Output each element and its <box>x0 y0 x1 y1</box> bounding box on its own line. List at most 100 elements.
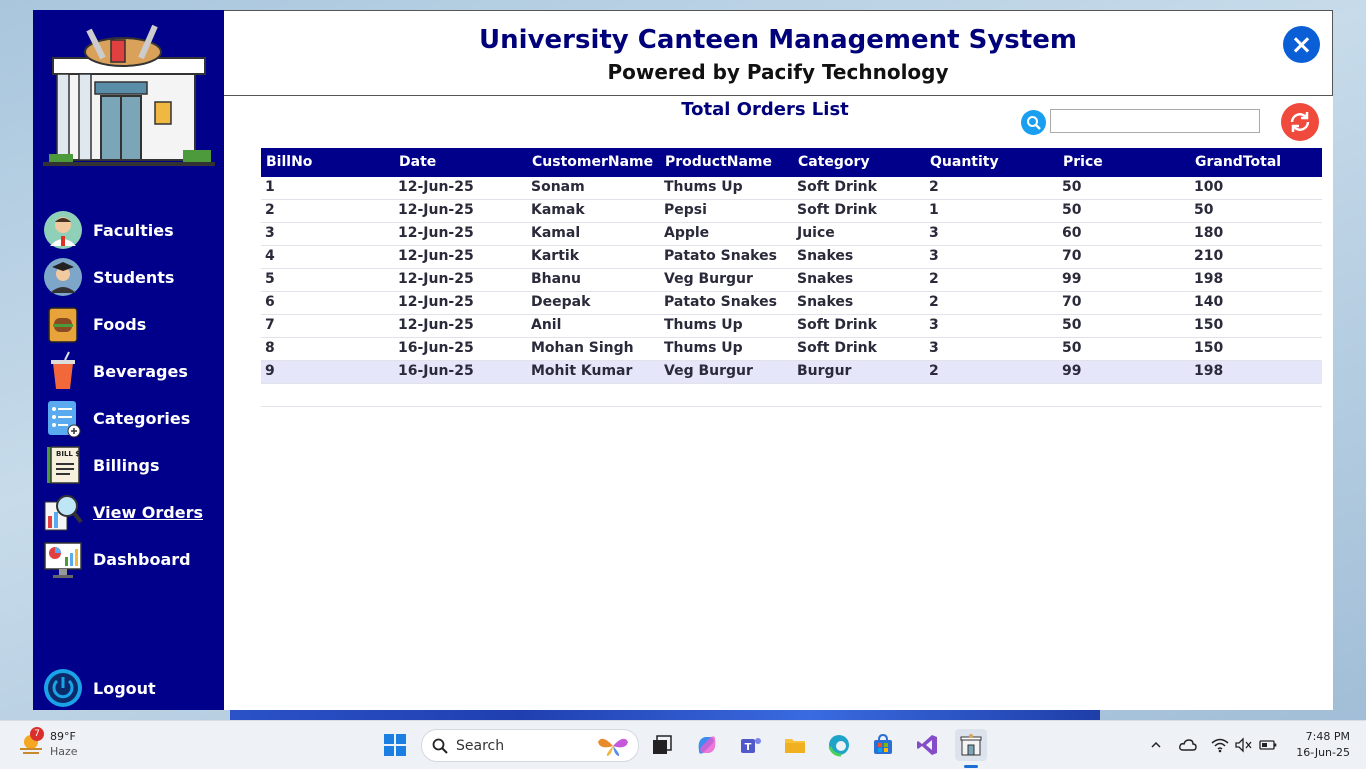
search-icon[interactable] <box>1021 110 1046 135</box>
close-button[interactable]: × <box>1283 26 1320 63</box>
sidebar-item-billings[interactable]: BILL $ Billings <box>43 445 218 485</box>
column-header[interactable]: BillNo <box>261 148 394 177</box>
file-explorer-button[interactable] <box>779 729 811 761</box>
table-cell[interactable]: 3 <box>925 315 1058 337</box>
table-cell[interactable]: Soft Drink <box>793 338 925 360</box>
column-header[interactable]: Price <box>1058 148 1190 177</box>
table-cell[interactable]: Mohit Kumar <box>527 361 660 383</box>
column-header[interactable]: GrandTotal <box>1190 148 1322 177</box>
table-cell[interactable]: 12-Jun-25 <box>394 269 527 291</box>
table-cell[interactable]: Burgur <box>793 361 925 383</box>
start-button[interactable] <box>379 729 411 761</box>
table-cell[interactable]: 6 <box>261 292 394 314</box>
table-cell[interactable]: 50 <box>1058 200 1190 222</box>
table-cell[interactable]: Soft Drink <box>793 200 925 222</box>
teams-button[interactable]: T <box>735 729 767 761</box>
table-row[interactable]: 5 12-Jun-25 Bhanu Veg Burgur Snakes 2 99 198 <box>261 269 1322 292</box>
sidebar-item-categories[interactable]: Categories <box>43 398 218 438</box>
table-cell[interactable]: 3 <box>261 223 394 245</box>
table-row[interactable]: 1 12-Jun-25 Sonam Thums Up Soft Drink 2 50 100 <box>261 177 1322 200</box>
table-cell[interactable]: 12-Jun-25 <box>394 292 527 314</box>
table-cell[interactable]: 2 <box>925 269 1058 291</box>
table-cell[interactable]: Snakes <box>793 292 925 314</box>
edge-button[interactable] <box>823 729 855 761</box>
table-cell[interactable]: Sonam <box>527 177 660 199</box>
volume-button[interactable] <box>1233 735 1253 755</box>
table-cell[interactable]: Kartik <box>527 246 660 268</box>
table-row[interactable]: 9 16-Jun-25 Mohit Kumar Veg Burgur Burgur 2 99… <box>261 361 1322 384</box>
table-cell[interactable]: Veg Burgur <box>660 361 793 383</box>
copilot-button[interactable] <box>691 729 723 761</box>
search-input[interactable] <box>1050 109 1260 133</box>
orders-grid[interactable]: BillNo Date CustomerName ProductName Cat… <box>261 148 1322 407</box>
network-button[interactable] <box>1210 735 1230 755</box>
store-button[interactable] <box>867 729 899 761</box>
table-cell[interactable]: 60 <box>1058 223 1190 245</box>
table-cell[interactable]: 12-Jun-25 <box>394 223 527 245</box>
table-cell[interactable]: 210 <box>1190 246 1322 268</box>
table-cell[interactable]: 8 <box>261 338 394 360</box>
table-cell[interactable]: Thums Up <box>660 338 793 360</box>
table-cell[interactable]: Soft Drink <box>793 315 925 337</box>
logout-button[interactable]: Logout <box>43 668 218 708</box>
table-cell[interactable]: 4 <box>261 246 394 268</box>
table-row[interactable]: 6 12-Jun-25 Deepak Patato Snakes Snakes 2 70 14… <box>261 292 1322 315</box>
sidebar-item-faculties[interactable]: Faculties <box>43 210 218 250</box>
table-cell[interactable]: 50 <box>1058 315 1190 337</box>
sidebar-item-beverages[interactable]: Beverages <box>43 351 218 391</box>
table-cell[interactable]: 16-Jun-25 <box>394 338 527 360</box>
table-cell[interactable]: Veg Burgur <box>660 269 793 291</box>
canteen-app-button[interactable] <box>955 729 987 761</box>
table-cell[interactable]: 70 <box>1058 246 1190 268</box>
table-cell[interactable]: 12-Jun-25 <box>394 315 527 337</box>
taskbar-search[interactable]: Search <box>421 729 639 762</box>
table-cell[interactable]: 3 <box>925 338 1058 360</box>
table-cell[interactable]: Patato Snakes <box>660 246 793 268</box>
table-cell[interactable]: 100 <box>1190 177 1322 199</box>
table-cell[interactable]: Kamal <box>527 223 660 245</box>
table-cell[interactable]: 99 <box>1058 269 1190 291</box>
column-header[interactable]: Date <box>394 148 527 177</box>
clock[interactable]: 7:48 PM 16-Jun-25 <box>1286 729 1350 761</box>
table-cell[interactable]: 150 <box>1190 338 1322 360</box>
table-cell[interactable]: 50 <box>1058 177 1190 199</box>
table-cell[interactable]: 2 <box>925 292 1058 314</box>
table-cell[interactable]: 99 <box>1058 361 1190 383</box>
table-cell[interactable]: 2 <box>261 200 394 222</box>
table-cell[interactable]: Patato Snakes <box>660 292 793 314</box>
onedrive-button[interactable] <box>1178 735 1198 755</box>
table-row[interactable]: 3 12-Jun-25 Kamal Apple Juice 3 60 180 <box>261 223 1322 246</box>
table-row[interactable]: 7 12-Jun-25 Anil Thums Up Soft Drink 3 50 150 <box>261 315 1322 338</box>
table-cell[interactable]: 16-Jun-25 <box>394 361 527 383</box>
table-cell[interactable]: 9 <box>261 361 394 383</box>
table-cell[interactable]: Mohan Singh <box>527 338 660 360</box>
table-cell[interactable]: Juice <box>793 223 925 245</box>
table-cell[interactable]: 198 <box>1190 361 1322 383</box>
table-cell[interactable]: Soft Drink <box>793 177 925 199</box>
table-cell[interactable]: Thums Up <box>660 177 793 199</box>
table-cell[interactable]: 2 <box>925 361 1058 383</box>
sidebar-item-foods[interactable]: Foods <box>43 304 218 344</box>
table-row[interactable]: 4 12-Jun-25 Kartik Patato Snakes Snakes 3 70 21… <box>261 246 1322 269</box>
table-cell[interactable]: 7 <box>261 315 394 337</box>
table-cell[interactable]: 50 <box>1058 338 1190 360</box>
table-cell[interactable]: Deepak <box>527 292 660 314</box>
table-cell[interactable]: 3 <box>925 246 1058 268</box>
table-cell[interactable]: 12-Jun-25 <box>394 177 527 199</box>
table-cell[interactable]: 50 <box>1190 200 1322 222</box>
weather-widget[interactable]: 7 89°F Haze <box>18 727 78 759</box>
table-cell[interactable]: Anil <box>527 315 660 337</box>
task-view-button[interactable] <box>646 729 678 761</box>
table-cell[interactable]: 140 <box>1190 292 1322 314</box>
table-row[interactable]: 8 16-Jun-25 Mohan Singh Thums Up Soft Drink 3… <box>261 338 1322 361</box>
table-cell[interactable]: Kamak <box>527 200 660 222</box>
table-cell[interactable]: 150 <box>1190 315 1322 337</box>
table-cell[interactable]: 1 <box>925 200 1058 222</box>
table-cell[interactable]: Apple <box>660 223 793 245</box>
table-cell[interactable]: Snakes <box>793 269 925 291</box>
column-header[interactable]: ProductName <box>660 148 793 177</box>
table-row[interactable]: 2 12-Jun-25 Kamak Pepsi Soft Drink 1 50 50 <box>261 200 1322 223</box>
sidebar-item-dashboard[interactable]: Dashboard <box>43 539 218 579</box>
grid-empty-row[interactable] <box>261 384 1322 407</box>
table-cell[interactable]: Snakes <box>793 246 925 268</box>
